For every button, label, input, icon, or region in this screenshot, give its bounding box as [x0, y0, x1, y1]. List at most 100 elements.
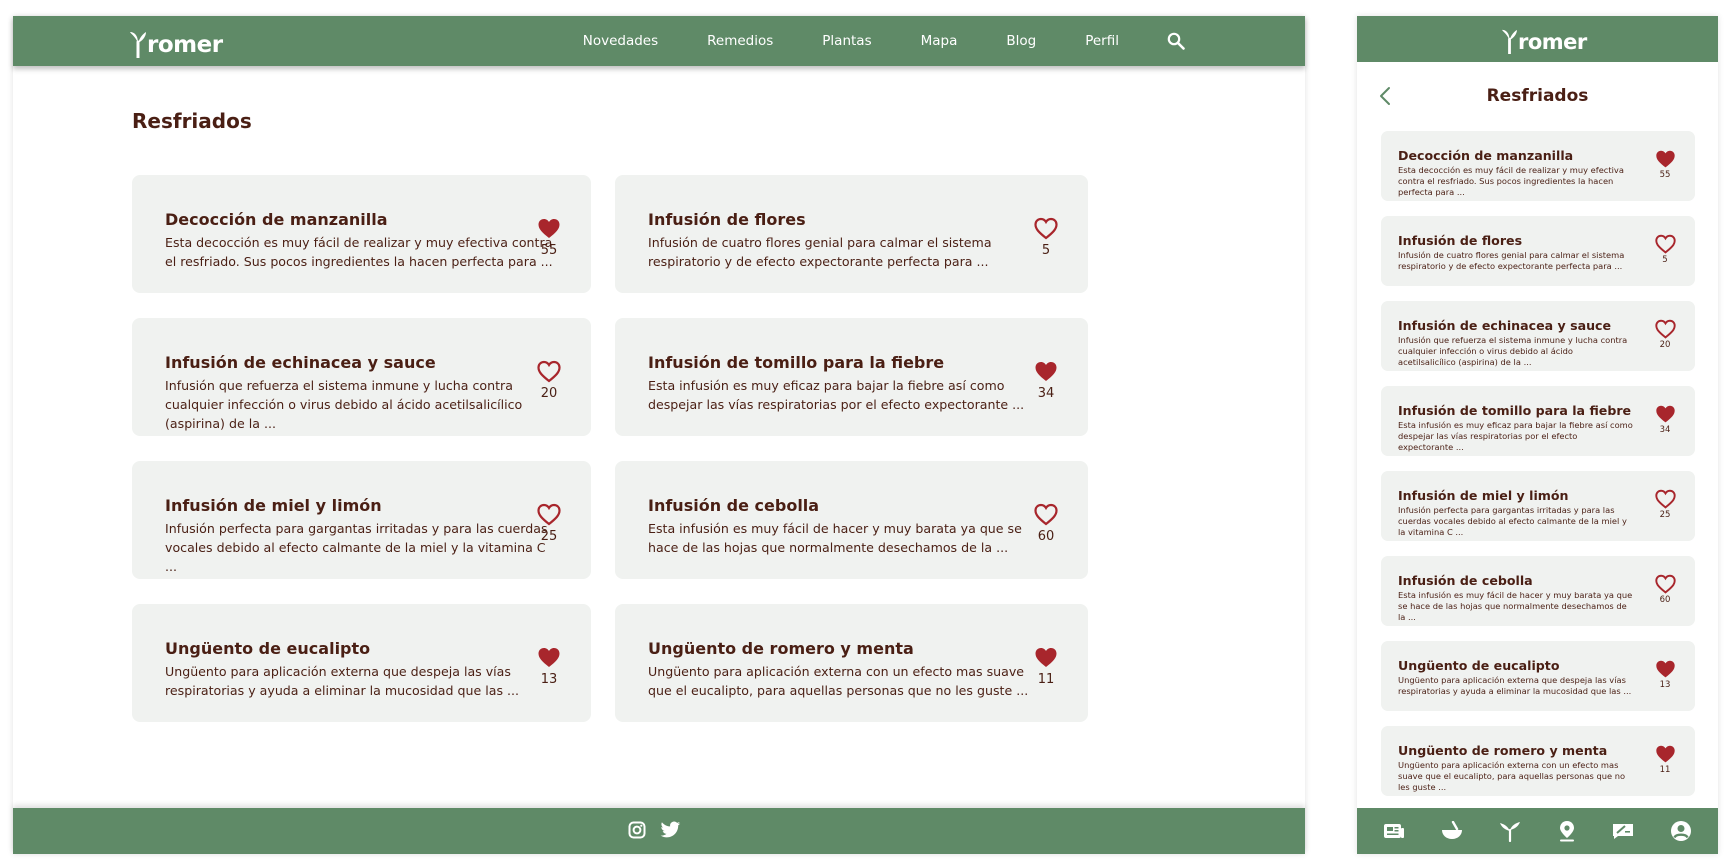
like-button[interactable]: 20 [1650, 319, 1680, 350]
mobile-header: romer [1357, 16, 1718, 62]
remedy-description: Ungüento para aplicación externa que des… [165, 664, 520, 698]
like-button[interactable]: 60 [1028, 503, 1064, 544]
remedy-title: Infusión de flores [1398, 233, 1523, 248]
tab-novedades[interactable] [1383, 822, 1405, 840]
remedy-title: Decocción de manzanilla [165, 210, 388, 229]
like-button[interactable]: 55 [1650, 149, 1680, 180]
heart-outline-icon[interactable] [1654, 234, 1676, 255]
remedy-title: Infusión de flores [648, 210, 806, 229]
tab-plantas[interactable] [1499, 820, 1521, 842]
logo[interactable]: romer [129, 24, 223, 58]
mobile-remedy-card[interactable]: Infusión de tomillo para la fiebre Esta i… [1381, 386, 1695, 456]
remedy-grid: Decocción de manzanilla Esta decocción es… [132, 175, 1202, 725]
tab-perfil[interactable] [1670, 820, 1692, 842]
mobile-logo[interactable]: romer [1501, 22, 1587, 54]
remedy-card[interactable]: Infusión de tomillo para la fiebre Esta i… [615, 318, 1088, 436]
heart-filled-icon[interactable] [1655, 149, 1676, 170]
like-button[interactable]: 25 [1650, 489, 1680, 520]
remedy-card[interactable]: Ungüento de eucalipto Ungüento para aplic… [132, 604, 591, 722]
like-count: 60 [1037, 529, 1055, 544]
like-button[interactable]: 11 [1028, 646, 1064, 687]
like-count: 5 [1041, 243, 1051, 258]
mobile-remedy-card[interactable]: Infusión de flores Infusión de cuatro flo… [1381, 216, 1695, 286]
nav-item-novedades[interactable]: Novedades [583, 33, 658, 49]
like-count: 13 [1659, 680, 1671, 690]
like-button[interactable]: 34 [1028, 360, 1064, 401]
mobile-page-title: Resfriados [1486, 86, 1589, 106]
like-count: 34 [1659, 425, 1671, 435]
remedy-description: Esta infusión es muy eficaz para bajar l… [1398, 420, 1633, 452]
like-button[interactable]: 13 [531, 646, 567, 687]
heart-outline-icon[interactable] [1034, 217, 1058, 241]
remedy-card[interactable]: Ungüento de romero y menta Ungüento para … [615, 604, 1088, 722]
remedy-description: Esta infusión es muy eficaz para bajar l… [648, 378, 1025, 412]
like-button[interactable]: 11 [1650, 744, 1680, 775]
like-button[interactable]: 5 [1650, 234, 1680, 265]
heart-outline-icon[interactable] [1654, 319, 1676, 340]
heart-filled-icon[interactable] [1655, 659, 1676, 680]
remedy-card[interactable]: Infusión de cebolla Esta infusión es muy … [615, 461, 1088, 579]
like-count: 55 [540, 243, 558, 258]
remedy-card[interactable]: Infusión de echinacea y sauce Infusión qu… [132, 318, 591, 436]
mortar-icon [1442, 821, 1463, 839]
like-button[interactable]: 13 [1650, 659, 1680, 690]
remedy-description: Infusión que refuerza el sistema inmune … [1398, 335, 1628, 367]
like-count: 60 [1659, 595, 1671, 605]
mobile-remedy-card[interactable]: Infusión de echinacea y sauce Infusión qu… [1381, 301, 1695, 371]
heart-filled-icon[interactable] [1655, 404, 1676, 425]
mobile-remedy-card[interactable]: Ungüento de romero y menta Ungüento para … [1381, 726, 1695, 796]
sprout-logo-icon [130, 32, 146, 58]
heart-outline-icon[interactable] [1654, 574, 1676, 595]
remedy-title: Infusión de echinacea y sauce [1398, 318, 1612, 333]
nav-item-blog[interactable]: Blog [1006, 33, 1036, 49]
heart-filled-icon[interactable] [1655, 744, 1676, 765]
like-button[interactable]: 25 [531, 503, 567, 544]
like-button[interactable]: 5 [1028, 217, 1064, 258]
tab-mapa[interactable] [1558, 820, 1576, 842]
like-button[interactable]: 60 [1650, 574, 1680, 605]
heart-filled-icon[interactable] [537, 646, 561, 670]
twitter-icon[interactable] [660, 821, 681, 839]
remedy-card[interactable]: Infusión de miel y limón Infusión perfect… [132, 461, 591, 579]
mobile-remedy-card[interactable]: Infusión de cebolla Esta infusión es muy … [1381, 556, 1695, 626]
remedy-description: Esta decocción es muy fácil de realizar … [1398, 165, 1624, 197]
heart-filled-icon[interactable] [537, 217, 561, 241]
remedy-card[interactable]: Decocción de manzanilla Esta decocción es… [132, 175, 591, 293]
heart-outline-icon[interactable] [537, 503, 561, 527]
mobile-remedy-card[interactable]: Decocción de manzanilla Esta decocción es… [1381, 131, 1695, 201]
remedy-description: Ungüento para aplicación externa con un … [1398, 760, 1626, 792]
tab-blog[interactable] [1612, 822, 1634, 840]
like-count: 11 [1037, 672, 1055, 687]
heart-filled-icon[interactable] [1034, 360, 1058, 384]
remedy-title: Ungüento de eucalipto [165, 639, 371, 658]
nav-item-perfil[interactable]: Perfil [1085, 33, 1119, 49]
nav-item-plantas[interactable]: Plantas [822, 33, 871, 49]
profile-icon [1670, 821, 1691, 841]
like-button[interactable]: 20 [531, 360, 567, 401]
remedy-description: Infusión de cuatro flores genial para ca… [648, 235, 992, 269]
like-button[interactable]: 34 [1650, 404, 1680, 435]
nav-item-remedios[interactable]: Remedios [707, 33, 773, 49]
heart-filled-icon[interactable] [1034, 646, 1058, 670]
heart-outline-icon[interactable] [1034, 503, 1058, 527]
like-count: 20 [540, 386, 558, 401]
mobile-tabbar [1357, 808, 1718, 854]
search-button[interactable] [1167, 32, 1185, 50]
remedy-card[interactable]: Infusión de flores Infusión de cuatro flo… [615, 175, 1088, 293]
mobile-remedy-card[interactable]: Ungüento de eucalipto Ungüento para aplic… [1381, 641, 1695, 711]
heart-outline-icon[interactable] [1654, 489, 1676, 510]
remedy-description: Infusión perfecta para gargantas irritad… [1398, 505, 1627, 537]
like-button[interactable]: 55 [531, 217, 567, 258]
remedy-title: Infusión de miel y limón [1398, 488, 1569, 503]
remedy-title: Infusión de cebolla [1398, 573, 1533, 588]
like-count: 5 [1662, 255, 1668, 265]
mobile-remedy-card[interactable]: Infusión de miel y limón Infusión perfect… [1381, 471, 1695, 541]
remedy-description: Esta infusión es muy fácil de hacer y mu… [648, 521, 1022, 555]
instagram-icon[interactable] [628, 821, 646, 839]
tab-remedios[interactable] [1441, 821, 1463, 841]
nav-item-mapa[interactable]: Mapa [921, 33, 958, 49]
heart-outline-icon[interactable] [537, 360, 561, 384]
main-nav: Novedades Remedios Plantas Mapa Blog Per… [534, 16, 1185, 66]
like-count: 13 [540, 672, 558, 687]
logo-text: romer [1518, 30, 1587, 54]
